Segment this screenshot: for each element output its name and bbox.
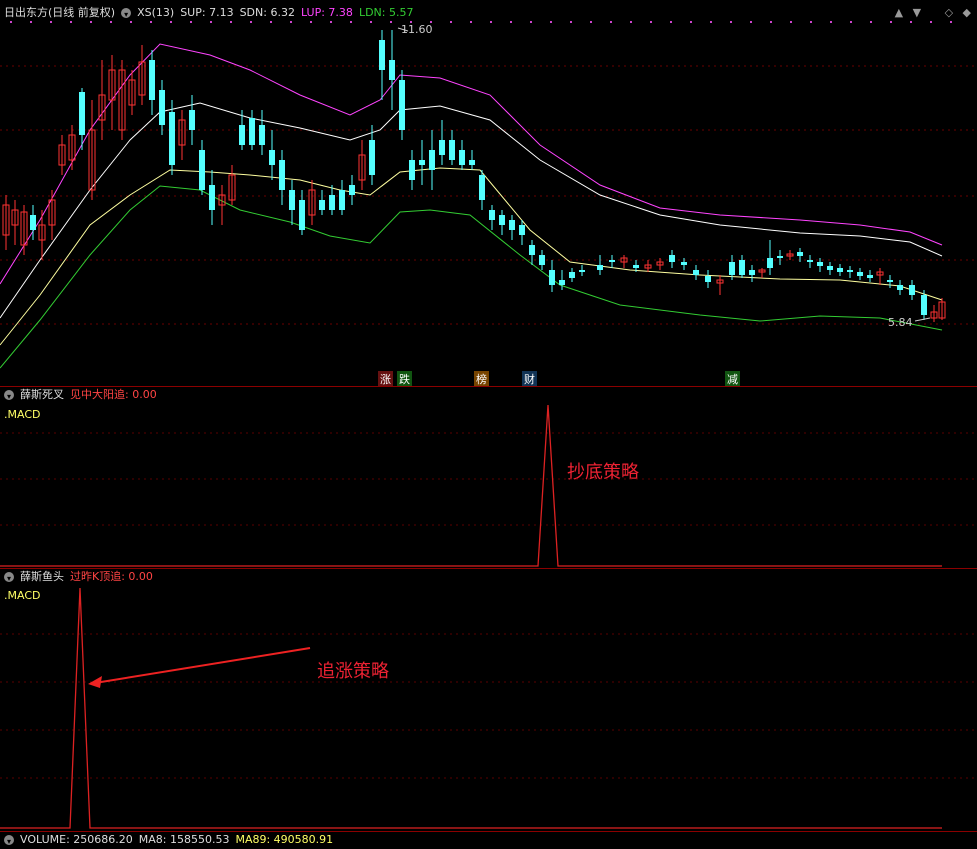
panel1-signal-line <box>0 404 942 567</box>
panel2-signal-line <box>0 587 942 829</box>
pointer-arrow <box>94 647 311 684</box>
indicator-lines <box>0 404 977 829</box>
